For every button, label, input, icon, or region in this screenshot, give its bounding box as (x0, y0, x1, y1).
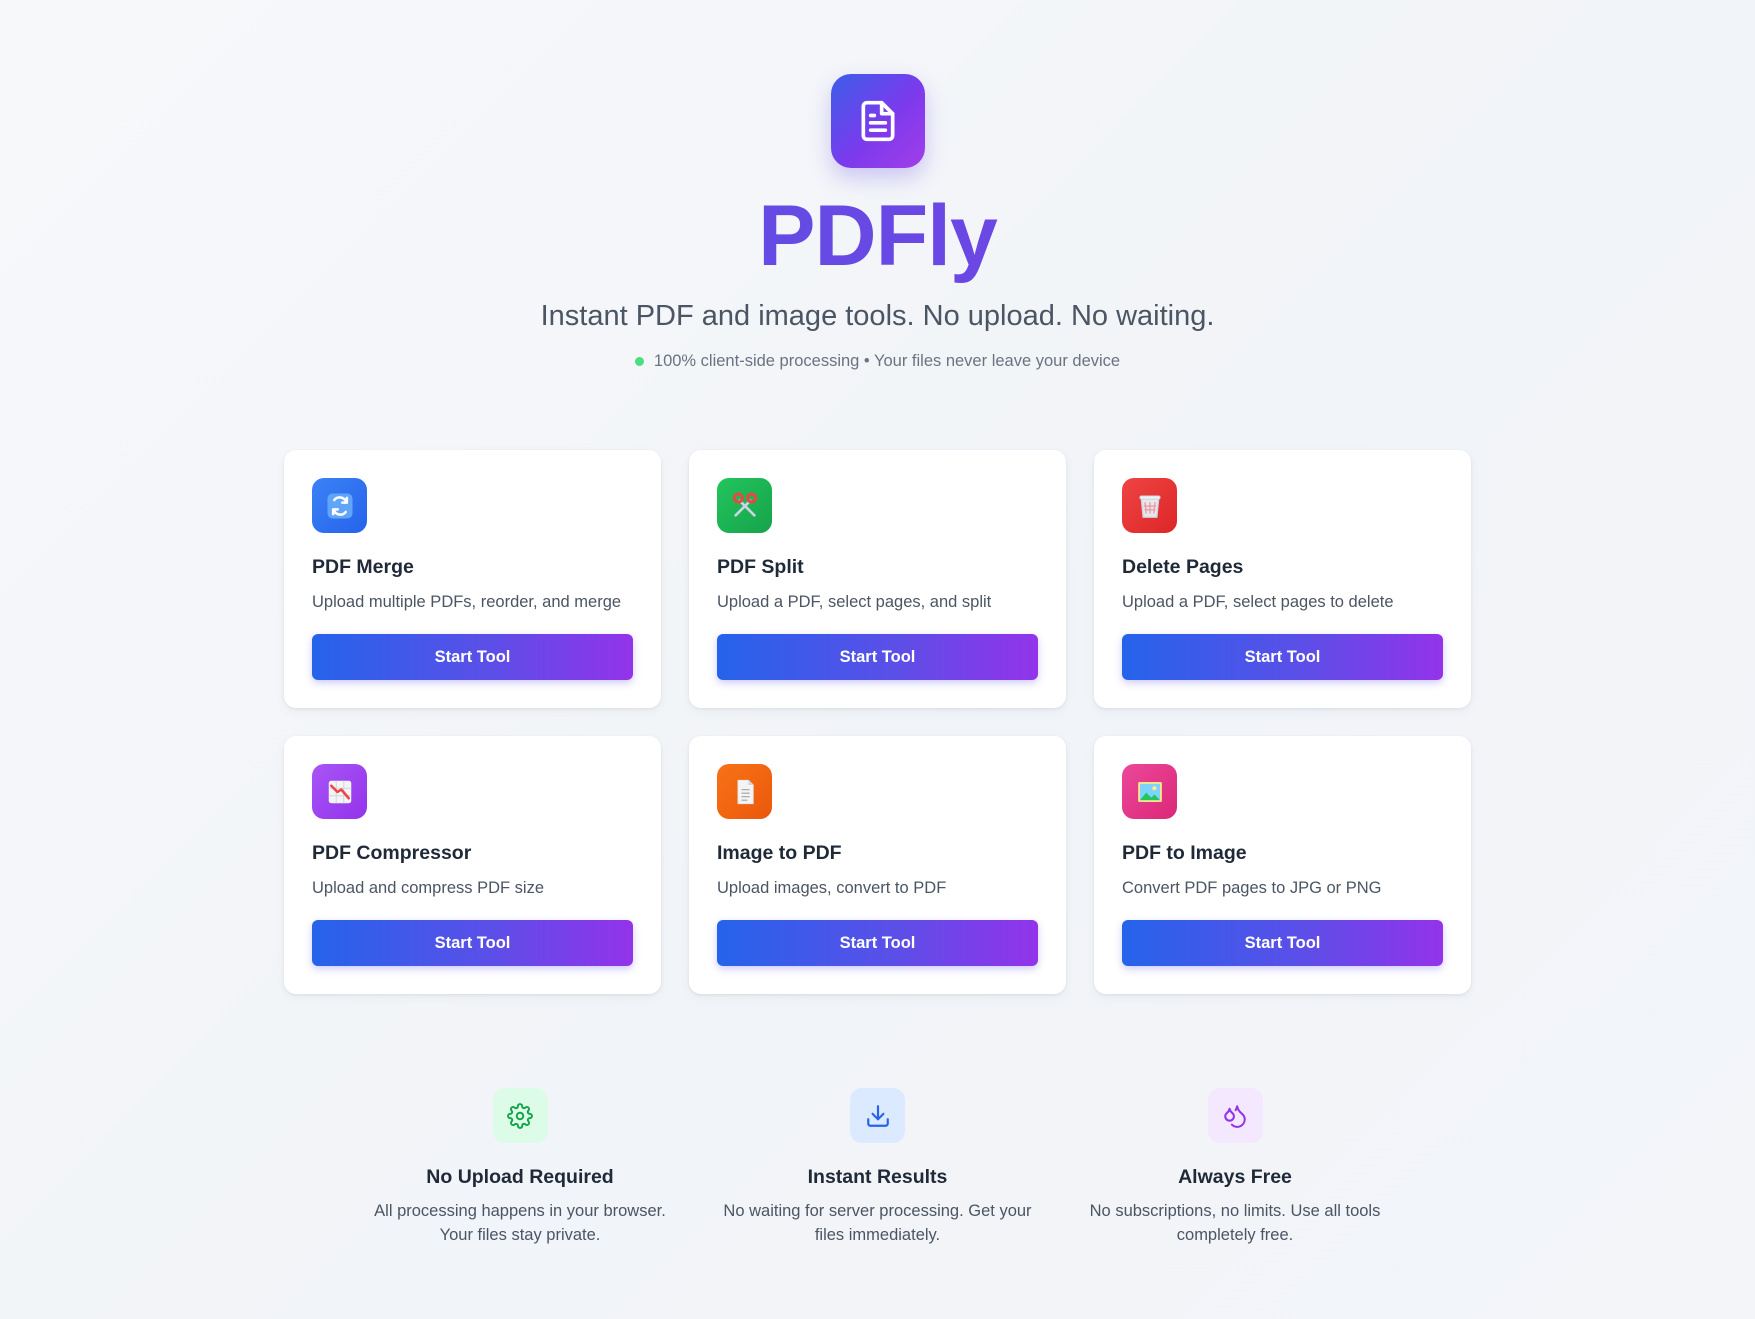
tool-description: Upload a PDF, select pages to delete (1122, 593, 1394, 611)
refresh-icon (312, 478, 367, 533)
tool-description: Upload a PDF, select pages, and split (717, 593, 992, 611)
feature-title: No Upload Required (426, 1166, 614, 1188)
chart-decreasing-icon (312, 764, 367, 819)
start-tool-button-image-to-pdf[interactable]: Start Tool (717, 920, 1038, 966)
tool-card-pdf-split: PDF Split Upload a PDF, select pages, an… (689, 450, 1066, 708)
tool-description: Convert PDF pages to JPG or PNG (1122, 879, 1382, 897)
scissors-icon (717, 478, 772, 533)
tagline: Instant PDF and image tools. No upload. … (540, 300, 1215, 332)
start-tool-button-pdf-split[interactable]: Start Tool (717, 634, 1038, 680)
feature-description: No waiting for server processing. Get yo… (723, 1202, 1032, 1244)
feature-description: No subscriptions, no limits. Use all too… (1089, 1202, 1381, 1244)
document-icon (861, 100, 895, 142)
droplets-icon (1207, 1088, 1263, 1143)
start-tool-button-pdf-to-image[interactable]: Start Tool (1122, 920, 1443, 966)
feature-title: Always Free (1178, 1166, 1292, 1188)
tool-card-pdf-to-image: PDF to Image Convert PDF pages to JPG or… (1094, 736, 1471, 994)
tool-card-delete-pages: Delete Pages Upload a PDF, select pages … (1094, 450, 1471, 708)
gear-icon (492, 1088, 548, 1143)
tool-grid: PDF Merge Upload multiple PDFs, reorder,… (284, 450, 1471, 994)
privacy-note: 100% client-side processing • Your files… (0, 352, 1755, 371)
feature-instant-results: Instant Results No waiting for server pr… (708, 1088, 1048, 1247)
feature-description: All processing happens in your browser. … (374, 1202, 666, 1244)
feature-title: Instant Results (807, 1166, 948, 1188)
tool-title: Delete Pages (1122, 556, 1244, 578)
tool-card-pdf-merge: PDF Merge Upload multiple PDFs, reorder,… (284, 450, 661, 708)
privacy-note-text: 100% client-side processing • Your files… (653, 352, 1121, 370)
status-dot-icon (634, 357, 644, 366)
wastebasket-icon (1122, 478, 1177, 533)
app-title: PDFly (0, 186, 1755, 286)
tool-description: Upload multiple PDFs, reorder, and merge (312, 593, 622, 611)
download-icon (850, 1088, 905, 1143)
start-tool-button-pdf-compressor[interactable]: Start Tool (312, 920, 633, 966)
tool-title: PDF Merge (312, 556, 414, 578)
tool-description: Upload and compress PDF size (312, 879, 545, 897)
tool-title: PDF Compressor (312, 842, 472, 864)
tool-title: PDF to Image (1122, 842, 1247, 864)
tool-title: Image to PDF (717, 842, 842, 864)
page-icon (717, 764, 772, 819)
feature-list: No Upload Required All processing happen… (350, 1088, 1405, 1247)
landscape-picture-icon (1122, 764, 1177, 819)
start-tool-button-pdf-merge[interactable]: Start Tool (312, 634, 633, 680)
start-tool-button-delete-pages[interactable]: Start Tool (1122, 634, 1443, 680)
tool-title: PDF Split (717, 556, 804, 578)
feature-no-upload: No Upload Required All processing happen… (350, 1088, 690, 1247)
tool-description: Upload images, convert to PDF (717, 879, 947, 897)
landing-page: PDFly Instant PDF and image tools. No up… (0, 0, 1755, 1319)
feature-always-free: Always Free No subscriptions, no limits.… (1065, 1088, 1405, 1247)
app-logo (831, 74, 925, 168)
tool-card-pdf-compressor: PDF Compressor Upload and compress PDF s… (284, 736, 661, 994)
tool-card-image-to-pdf: Image to PDF Upload images, convert to P… (689, 736, 1066, 994)
